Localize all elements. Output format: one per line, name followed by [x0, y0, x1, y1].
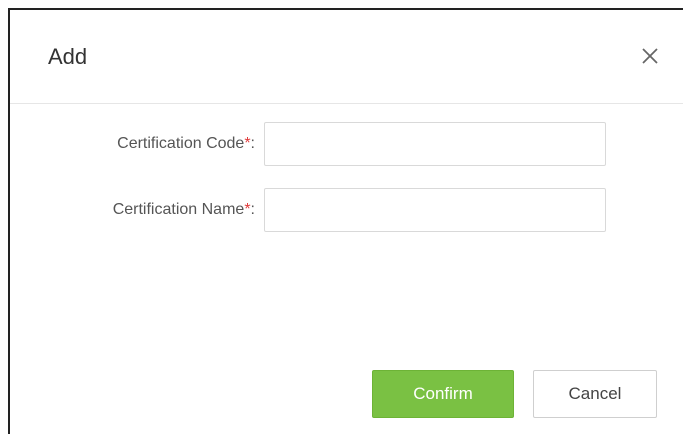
form-row-certification-code: Certification Code*:	[10, 122, 683, 166]
dialog-title: Add	[48, 44, 88, 69]
confirm-button[interactable]: Confirm	[372, 370, 514, 418]
label-colon: :	[250, 201, 255, 218]
add-dialog: Add Certification Code*: Certification N…	[8, 8, 683, 434]
certification-code-input[interactable]	[264, 122, 606, 166]
close-icon	[642, 48, 658, 64]
certification-code-label: Certification Code*:	[117, 134, 255, 154]
form-row-certification-name: Certification Name*:	[10, 188, 683, 232]
certification-name-input[interactable]	[264, 188, 606, 232]
dialog-header: Add	[10, 10, 683, 104]
certification-name-label-text: Certification Name	[112, 201, 245, 218]
certification-code-label-text: Certification Code	[117, 135, 245, 152]
close-button[interactable]	[637, 43, 663, 69]
label-colon: :	[250, 135, 255, 152]
certification-name-label: Certification Name*:	[113, 200, 255, 220]
cancel-button[interactable]: Cancel	[533, 370, 657, 418]
